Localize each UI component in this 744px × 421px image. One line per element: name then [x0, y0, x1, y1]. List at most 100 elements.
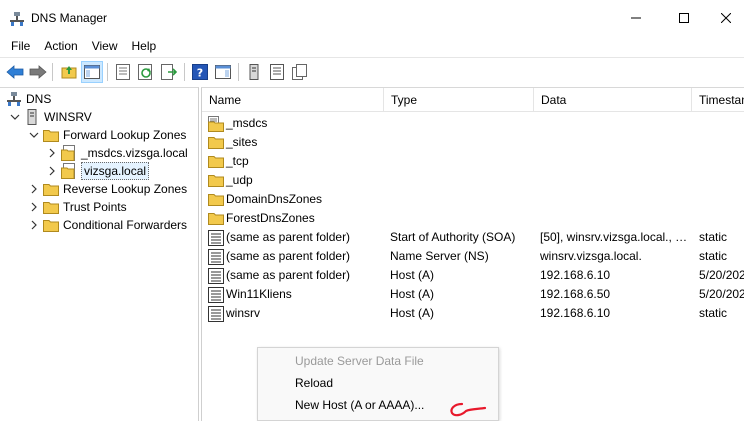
- record-list-button[interactable]: [266, 61, 288, 83]
- tree-item-vizsga-local-zone[interactable]: vizsga.local: [46, 162, 150, 180]
- tree-item-conditional-forwarders[interactable]: Conditional Forwarders: [28, 216, 187, 234]
- column-header-data[interactable]: Data: [534, 88, 692, 112]
- window-title: DNS Manager: [31, 11, 108, 25]
- menu-item-reload[interactable]: Reload: [258, 372, 498, 394]
- list-row[interactable]: _tcp: [202, 152, 744, 171]
- row-name-text: (same as parent folder): [226, 230, 351, 244]
- chevron-down-icon[interactable]: [9, 111, 21, 123]
- folder-icon: [208, 154, 224, 170]
- row-name-text: Win11Kliens: [226, 287, 292, 301]
- server-icon: [24, 109, 40, 125]
- chevron-right-icon[interactable]: [46, 165, 58, 177]
- maximize-button[interactable]: [660, 0, 708, 36]
- folder-icon: [43, 217, 59, 233]
- record-icon: [208, 267, 224, 284]
- tree-item-trust-points[interactable]: Trust Points: [28, 198, 127, 216]
- chevron-right-icon[interactable]: [28, 183, 40, 195]
- tree-item-reverse-lookup-zones[interactable]: Reverse Lookup Zones: [28, 180, 187, 198]
- properties-list-button[interactable]: [112, 61, 134, 83]
- list-row[interactable]: Win11Kliens Host (A) 192.168.6.50 5/20/202: [202, 285, 744, 304]
- dns-server-icon: [6, 91, 22, 107]
- refresh-button[interactable]: [135, 61, 157, 83]
- cell-data: [540, 152, 690, 171]
- tree-label: DNS: [26, 92, 52, 106]
- cell-name: _udp: [208, 171, 384, 190]
- tree-label: Reverse Lookup Zones: [63, 182, 188, 196]
- chevron-right-icon[interactable]: [28, 201, 40, 213]
- tree-label: Forward Lookup Zones: [63, 128, 187, 142]
- list-row[interactable]: (same as parent folder) Host (A) 192.168.6…: [202, 266, 744, 285]
- back-button[interactable]: [4, 61, 26, 83]
- help-icon: ?: [192, 64, 208, 80]
- console-tree-icon: [84, 65, 100, 79]
- up-one-level-button[interactable]: [58, 61, 80, 83]
- show-hide-console-tree-button[interactable]: [81, 61, 103, 83]
- tree-item-winsrv[interactable]: WINSRV: [9, 108, 92, 126]
- cell-type: [390, 133, 534, 152]
- action-pane-icon: [215, 65, 231, 79]
- row-name-text: _tcp: [226, 154, 249, 168]
- menu-file[interactable]: File: [0, 36, 37, 56]
- column-header-name[interactable]: Name: [202, 88, 384, 112]
- refresh-icon: [138, 64, 152, 80]
- chevron-down-icon[interactable]: [28, 129, 40, 141]
- list-row[interactable]: _sites: [202, 133, 744, 152]
- record-icon: [208, 305, 224, 322]
- folder-icon: [208, 173, 224, 189]
- cell-timestamp: [699, 209, 744, 228]
- list-row[interactable]: ForestDnsZones: [202, 209, 744, 228]
- list-row[interactable]: (same as parent folder) Name Server (NS) w…: [202, 247, 744, 266]
- server-button[interactable]: [243, 61, 265, 83]
- cell-timestamp: static: [699, 249, 728, 263]
- tree-item-forward-lookup-zones[interactable]: Forward Lookup Zones: [28, 126, 186, 144]
- cell-timestamp: [699, 190, 744, 209]
- menu-view[interactable]: View: [85, 36, 125, 56]
- record-icon: [208, 229, 224, 246]
- tree-item-msdcs-zone[interactable]: _msdcs.vizsga.local: [46, 144, 188, 162]
- cell-data: 192.168.6.50: [540, 287, 611, 301]
- cell-timestamp: 5/20/202: [699, 287, 744, 301]
- list-row[interactable]: _udp: [202, 171, 744, 190]
- chevron-right-icon[interactable]: [28, 219, 40, 231]
- tree-label: Conditional Forwarders: [63, 218, 188, 232]
- column-header-type[interactable]: Type: [384, 88, 534, 112]
- cell-type: Name Server (NS): [390, 249, 489, 263]
- copy-records-button[interactable]: [289, 61, 311, 83]
- column-header-timestamp[interactable]: Timestamp: [692, 88, 744, 112]
- forward-button[interactable]: [27, 61, 49, 83]
- toolbar-separator: [184, 63, 185, 81]
- close-button[interactable]: [708, 0, 744, 36]
- export-list-button[interactable]: [158, 61, 180, 83]
- cell-name: DomainDnsZones: [208, 190, 384, 209]
- chevron-right-icon[interactable]: [46, 147, 58, 159]
- cell-data: [540, 114, 690, 133]
- annotation-arrow-icon: [450, 402, 487, 417]
- folder-icon: [208, 192, 224, 208]
- dns-manager-icon: [10, 12, 24, 26]
- list-row[interactable]: (same as parent folder) Start of Authorit…: [202, 228, 744, 247]
- toolbar-separator: [107, 63, 108, 81]
- list-row[interactable]: _msdcs: [202, 114, 744, 133]
- show-hide-action-pane-button[interactable]: [212, 61, 234, 83]
- cell-data: 192.168.6.10: [540, 306, 611, 320]
- list-row[interactable]: winsrv Host (A) 192.168.6.10 static: [202, 304, 744, 323]
- tree-item-dns[interactable]: DNS: [6, 90, 51, 108]
- cell-timestamp: static: [699, 306, 728, 320]
- menu-action[interactable]: Action: [37, 36, 84, 56]
- tree-label: _msdcs.vizsga.local: [81, 146, 188, 160]
- cell-name: (same as parent folder): [208, 266, 384, 285]
- cell-name: _msdcs: [208, 114, 384, 133]
- cell-timestamp: 5/20/202: [699, 268, 744, 282]
- record-icon: [208, 286, 224, 303]
- cell-data: [540, 190, 690, 209]
- row-name-text: winsrv: [226, 306, 261, 320]
- cell-type: [390, 114, 534, 133]
- server-icon: [249, 64, 259, 80]
- folder-icon: [208, 135, 224, 151]
- console-tree: DNS WINSRV Forward Lookup Zones _msdcs.v…: [0, 87, 199, 421]
- menu-help[interactable]: Help: [125, 36, 164, 56]
- minimize-button[interactable]: [612, 0, 660, 36]
- list-row[interactable]: DomainDnsZones: [202, 190, 744, 209]
- help-button[interactable]: ?: [189, 61, 211, 83]
- record-icon: [208, 248, 224, 265]
